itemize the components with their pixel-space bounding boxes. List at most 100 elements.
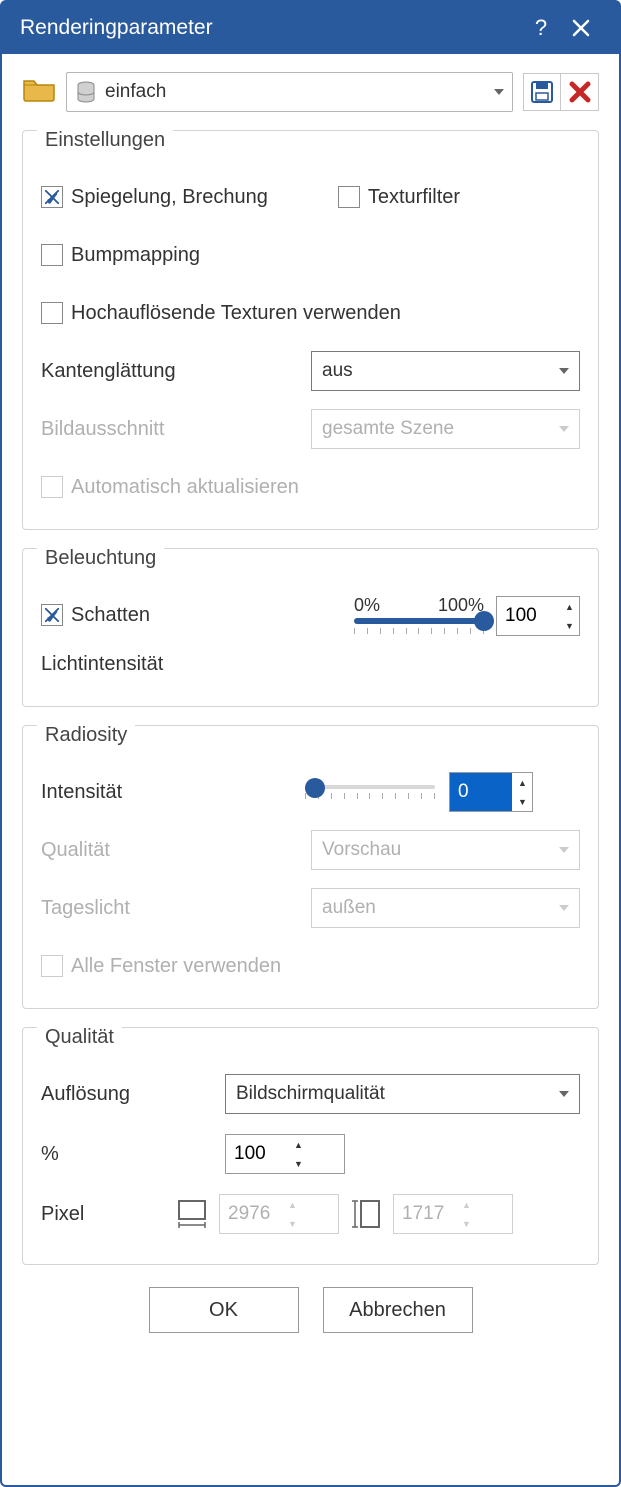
daylight-dropdown: außen xyxy=(311,888,580,928)
chevron-down-icon xyxy=(559,426,569,432)
auto-update-checkbox: Automatisch aktualisieren xyxy=(41,476,299,499)
radiosity-intensity-spinbox[interactable]: ▲ ▼ xyxy=(449,772,533,812)
spin-down-icon: ▼ xyxy=(283,1214,302,1233)
chevron-down-icon xyxy=(559,368,569,374)
spin-down-icon[interactable]: ▼ xyxy=(289,1154,308,1173)
width-spinbox: ▲▼ xyxy=(219,1194,339,1234)
shadows-label: Schatten xyxy=(71,604,150,627)
hires-textures-checkbox[interactable]: Hochauflösende Texturen verwenden xyxy=(41,302,401,325)
slider-thumb-icon xyxy=(474,611,494,631)
quality-legend: Qualität xyxy=(37,1026,122,1049)
hires-textures-label: Hochauflösende Texturen verwenden xyxy=(71,302,401,325)
close-button[interactable] xyxy=(561,8,601,48)
ok-label: OK xyxy=(209,1299,238,1322)
spin-up-icon[interactable]: ▲ xyxy=(513,773,532,792)
auto-update-label: Automatisch aktualisieren xyxy=(71,476,299,499)
percent-spinbox[interactable]: ▲ ▼ xyxy=(225,1134,345,1174)
spin-down-icon: ▼ xyxy=(457,1214,476,1233)
settings-group: Einstellungen Spiegelung, Brechung Textu… xyxy=(22,130,599,530)
radiosity-legend: Radiosity xyxy=(37,724,135,747)
chevron-down-icon xyxy=(494,89,504,95)
spin-up-icon: ▲ xyxy=(457,1195,476,1214)
light-intensity-slider[interactable]: 0% 100% xyxy=(354,595,484,634)
lighting-legend: Beleuchtung xyxy=(37,547,164,570)
cancel-button[interactable]: Abbrechen xyxy=(323,1287,473,1333)
titlebar: Renderingparameter ? xyxy=(2,2,619,54)
light-intensity-label: Lichtintensität xyxy=(41,653,334,676)
texturefilter-checkbox[interactable]: Texturfilter xyxy=(338,186,460,209)
light-intensity-input[interactable] xyxy=(497,597,559,635)
reflection-checkbox[interactable]: Spiegelung, Brechung xyxy=(41,186,268,209)
antialias-value: aus xyxy=(322,360,553,382)
height-icon xyxy=(349,1197,383,1231)
dialog-actions: OK Abbrechen xyxy=(22,1287,599,1333)
slider-min-label: 0% xyxy=(354,595,380,616)
texturefilter-label: Texturfilter xyxy=(368,186,460,209)
crop-dropdown: gesamte Szene xyxy=(311,409,580,449)
chevron-down-icon xyxy=(559,847,569,853)
light-intensity-spinbox[interactable]: ▲ ▼ xyxy=(496,596,580,636)
save-preset-button[interactable] xyxy=(523,73,561,111)
height-input xyxy=(394,1195,456,1233)
database-icon xyxy=(75,81,97,103)
cancel-label: Abbrechen xyxy=(349,1299,446,1322)
width-icon xyxy=(175,1197,209,1231)
preset-toolbar: einfach xyxy=(22,72,599,112)
radiosity-intensity-label: Intensität xyxy=(41,781,291,804)
window-title: Renderingparameter xyxy=(20,16,213,40)
preset-value: einfach xyxy=(105,81,486,103)
ok-button[interactable]: OK xyxy=(149,1287,299,1333)
checkbox-icon xyxy=(41,186,63,208)
checkbox-icon xyxy=(41,955,63,977)
spin-down-icon[interactable]: ▼ xyxy=(513,792,532,811)
checkbox-icon xyxy=(338,186,360,208)
dialog-window: Renderingparameter ? einfach xyxy=(0,0,621,1487)
pixel-label: Pixel xyxy=(41,1203,161,1226)
bumpmapping-checkbox[interactable]: Bumpmapping xyxy=(41,244,200,267)
chevron-down-icon xyxy=(559,905,569,911)
reflection-label: Spiegelung, Brechung xyxy=(71,186,268,209)
preset-dropdown[interactable]: einfach xyxy=(66,72,513,112)
bumpmapping-label: Bumpmapping xyxy=(71,244,200,267)
radiosity-intensity-input[interactable] xyxy=(450,773,512,811)
antialias-label: Kantenglättung xyxy=(41,360,291,383)
radiosity-quality-label: Qualität xyxy=(41,839,291,862)
chevron-down-icon xyxy=(559,1091,569,1097)
daylight-label: Tageslicht xyxy=(41,897,291,920)
resolution-value: Bildschirmqualität xyxy=(236,1083,553,1105)
slider-thumb-icon xyxy=(305,778,325,798)
all-windows-label: Alle Fenster verwenden xyxy=(71,955,281,978)
resolution-dropdown[interactable]: Bildschirmqualität xyxy=(225,1074,580,1114)
radiosity-quality-dropdown: Vorschau xyxy=(311,830,580,870)
settings-legend: Einstellungen xyxy=(37,129,173,152)
percent-label: % xyxy=(41,1143,211,1166)
height-spinbox: ▲▼ xyxy=(393,1194,513,1234)
spin-up-icon[interactable]: ▲ xyxy=(289,1135,308,1154)
help-button[interactable]: ? xyxy=(521,8,561,48)
spin-up-icon[interactable]: ▲ xyxy=(560,597,579,616)
radiosity-group: Radiosity Intensität ▲ ▼ xyxy=(22,725,599,1009)
delete-x-icon xyxy=(568,80,592,104)
open-folder-icon[interactable] xyxy=(22,75,56,109)
resolution-label: Auflösung xyxy=(41,1083,211,1106)
checkbox-icon xyxy=(41,302,63,324)
antialias-dropdown[interactable]: aus xyxy=(311,351,580,391)
crop-value: gesamte Szene xyxy=(322,418,553,440)
spin-up-icon: ▲ xyxy=(283,1195,302,1214)
floppy-icon xyxy=(529,79,555,105)
crop-label: Bildausschnitt xyxy=(41,418,291,441)
radiosity-intensity-slider[interactable] xyxy=(305,785,435,799)
delete-preset-button[interactable] xyxy=(561,73,599,111)
checkbox-icon xyxy=(41,604,63,626)
shadows-checkbox[interactable]: Schatten xyxy=(41,604,150,627)
spin-down-icon[interactable]: ▼ xyxy=(560,616,579,635)
quality-group: Qualität Auflösung Bildschirmqualität % … xyxy=(22,1027,599,1265)
percent-input[interactable] xyxy=(226,1135,288,1173)
checkbox-icon xyxy=(41,476,63,498)
checkbox-icon xyxy=(41,244,63,266)
radiosity-quality-value: Vorschau xyxy=(322,839,553,861)
all-windows-checkbox: Alle Fenster verwenden xyxy=(41,955,281,978)
lighting-group: Beleuchtung Schatten Lichtintensität 0% xyxy=(22,548,599,707)
width-input xyxy=(220,1195,282,1233)
daylight-value: außen xyxy=(322,897,553,919)
